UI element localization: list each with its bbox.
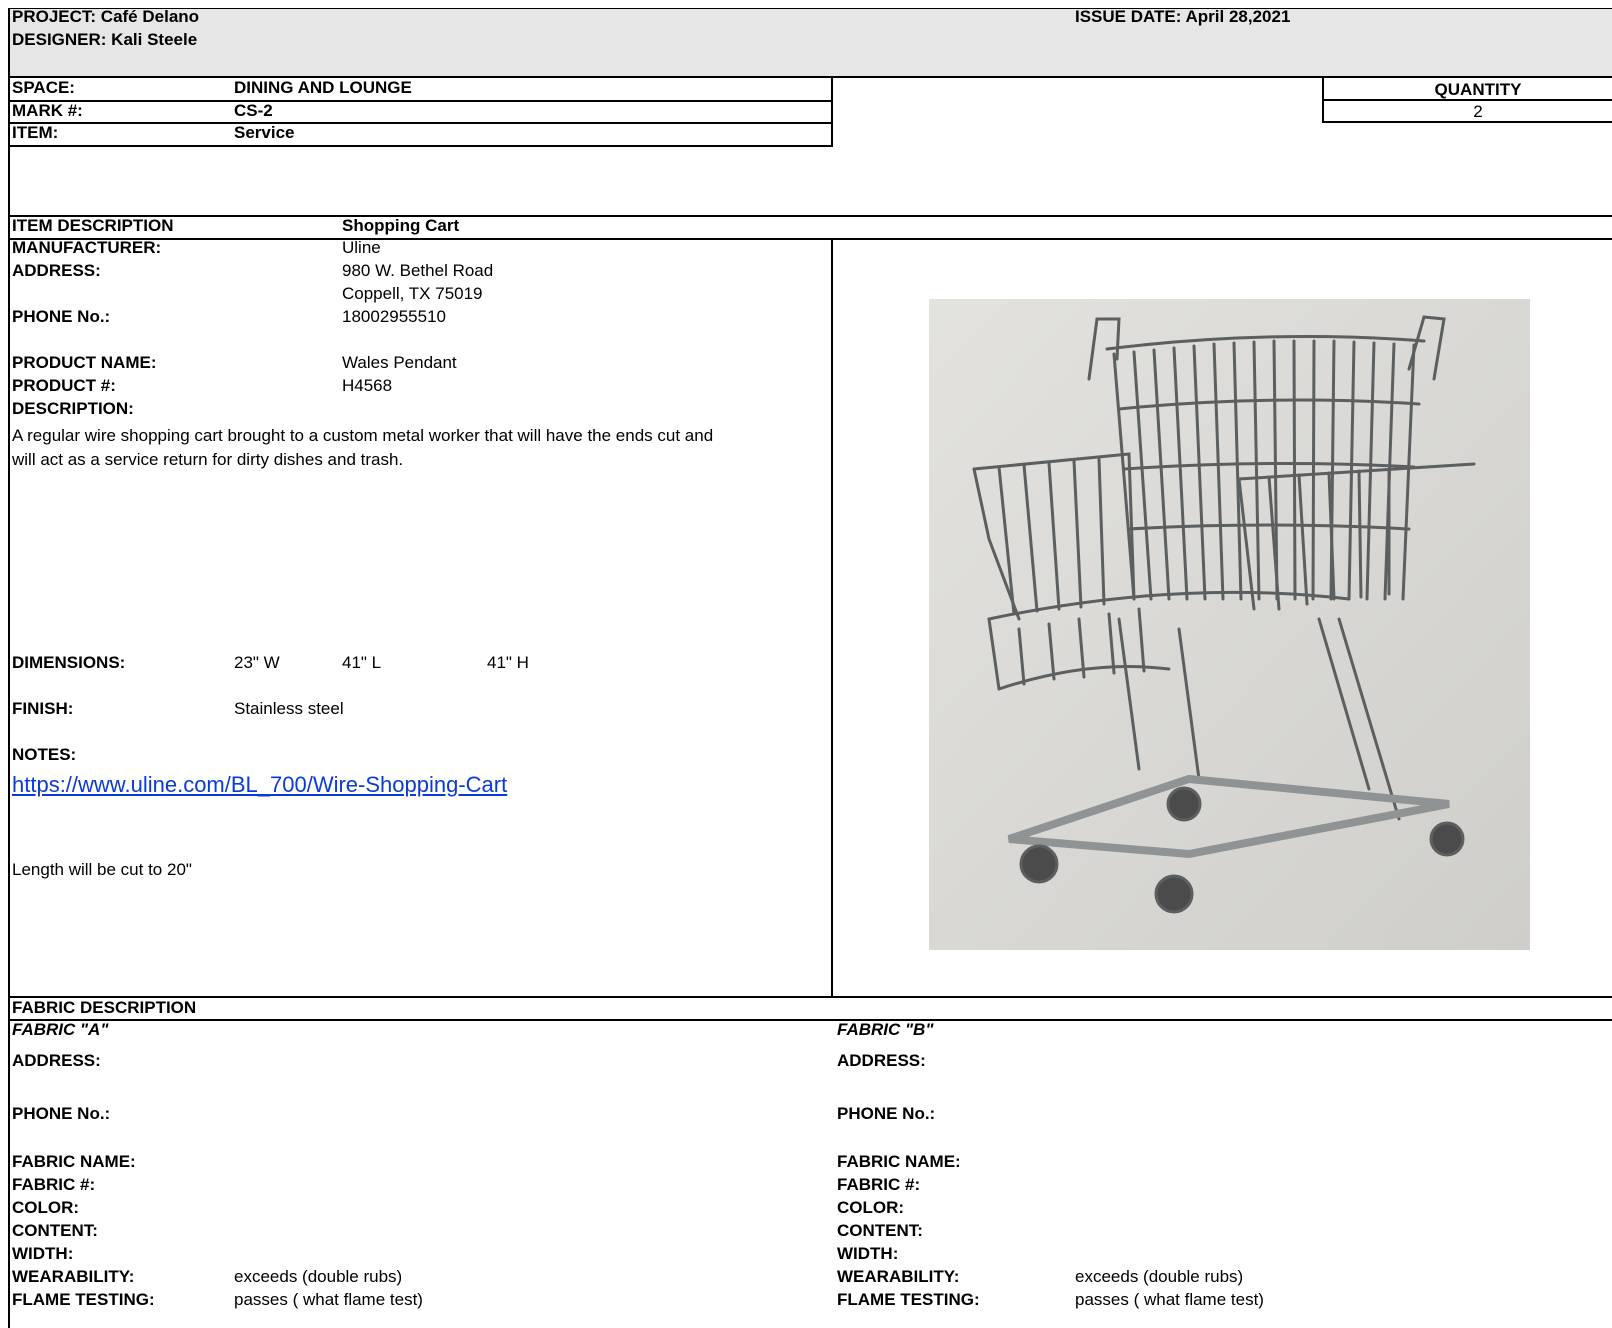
fabric-b-phone-label: PHONE No.: (837, 1104, 936, 1123)
product-link[interactable]: https://www.uline.com/BL_700/Wire-Shoppi… (12, 772, 507, 798)
fabric-a-color-label: COLOR: (12, 1198, 80, 1217)
left-border (8, 960, 10, 1328)
issue-date: ISSUE DATE: April 28,2021 (1075, 7, 1291, 26)
fabric-a-flame-value: passes ( what flame test) (234, 1290, 423, 1309)
project-title: PROJECT: Café Delano (12, 7, 200, 26)
item-section-top-line (8, 215, 1612, 217)
fabric-a-phone-label: PHONE No.: (12, 1104, 111, 1123)
fabric-b-color-label: COLOR: (837, 1198, 905, 1217)
mark-label: MARK #: (12, 101, 83, 120)
fabric-a-address-label: ADDRESS: (12, 1051, 101, 1070)
item-description-value: Shopping Cart (342, 216, 460, 235)
space-value: DINING AND LOUNGE (234, 78, 412, 97)
fabric-b-name-label: FABRIC NAME: (837, 1152, 961, 1171)
quantity-value: 2 (1473, 102, 1483, 121)
address-line2: Coppell, TX 75019 (342, 284, 483, 303)
fabric-b-flame-value: passes ( what flame test) (1075, 1290, 1264, 1309)
mark-value: CS-2 (234, 101, 273, 120)
manufacturer-value: Uline (342, 238, 381, 257)
fabric-description-label: FABRIC DESCRIPTION (12, 998, 197, 1017)
notes-text: Length will be cut to 20" (12, 860, 192, 879)
info-row-line (8, 122, 833, 124)
fabric-a-width-label: WIDTH: (12, 1244, 74, 1263)
left-border (8, 8, 10, 78)
dimension-height: 41" H (487, 653, 529, 672)
dimension-width: 23" W (234, 653, 280, 672)
notes-label: NOTES: (12, 745, 77, 764)
fabric-a-number-label: FABRIC #: (12, 1175, 96, 1194)
shopping-cart-image (929, 299, 1530, 950)
address-line1: 980 W. Bethel Road (342, 261, 494, 280)
fabric-a-name-label: FABRIC NAME: (12, 1152, 136, 1171)
info-row-line (8, 100, 833, 102)
fabric-b-number-label: FABRIC #: (837, 1175, 921, 1194)
designer-name: DESIGNER: Kali Steele (12, 30, 198, 49)
header-band (8, 8, 1612, 76)
fabric-a-content-label: CONTENT: (12, 1221, 98, 1240)
product-number-value: H4568 (342, 376, 393, 395)
description-line-1: A regular wire shopping cart brought to … (12, 426, 714, 445)
address-label: ADDRESS: (12, 261, 101, 280)
phone-value: 18002955510 (342, 307, 447, 326)
phone-label: PHONE No.: (12, 307, 111, 326)
finish-value: Stainless steel (234, 699, 344, 718)
fabric-b-wearability-label: WEARABILITY: (837, 1267, 960, 1286)
finish-label: FINISH: (12, 699, 74, 718)
info-row-line (8, 145, 833, 147)
fabric-section-header-line (8, 1019, 1612, 1021)
info-right-border (831, 76, 833, 147)
fabric-b-wearability-value: exceeds (double rubs) (1075, 1267, 1244, 1286)
fabric-b-width-label: WIDTH: (837, 1244, 899, 1263)
left-border (8, 78, 10, 318)
fabric-a-flame-label: FLAME TESTING: (12, 1290, 155, 1309)
manufacturer-label: MANUFACTURER: (12, 238, 162, 257)
dimensions-label: DIMENSIONS: (12, 653, 126, 672)
fabric-b-address-label: ADDRESS: (837, 1051, 926, 1070)
dimension-length: 41" L (342, 653, 382, 672)
fabric-b-flame-label: FLAME TESTING: (837, 1290, 980, 1309)
product-photo (929, 299, 1530, 950)
quantity-label: QUANTITY (1434, 80, 1522, 99)
fabric-a-wearability-value: exceeds (double rubs) (234, 1267, 403, 1286)
fabric-b-content-label: CONTENT: (837, 1221, 923, 1240)
product-name-value: Wales Pendant (342, 353, 457, 372)
item-section-header-line (8, 238, 1612, 240)
item-divider (831, 238, 833, 998)
item-value: Service (234, 123, 295, 142)
left-border (8, 560, 10, 980)
item-description-label: ITEM DESCRIPTION (12, 216, 174, 235)
description-label: DESCRIPTION: (12, 399, 134, 418)
fabric-a-wearability-label: WEARABILITY: (12, 1267, 135, 1286)
product-name-label: PRODUCT NAME: (12, 353, 157, 372)
fabric-section-top-line (8, 996, 1612, 998)
fabric-a-title: FABRIC "A" (12, 1020, 109, 1039)
space-label: SPACE: (12, 78, 75, 97)
product-number-label: PRODUCT #: (12, 376, 116, 395)
fabric-b-title: FABRIC "B" (837, 1020, 934, 1039)
description-line-2: will act as a service return for dirty d… (12, 450, 404, 469)
item-label: ITEM: (12, 123, 59, 142)
